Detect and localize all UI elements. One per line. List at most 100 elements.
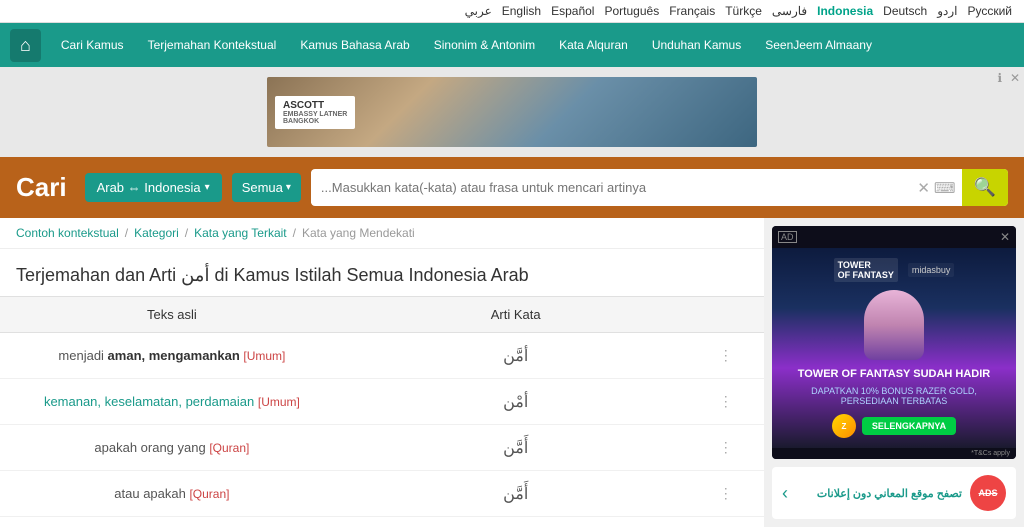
ad-close-icon[interactable]: ✕ <box>1000 230 1010 244</box>
arrow-right-icon: › <box>782 483 788 504</box>
anti-ad-text: تصفح موقع المعاني دون إعلانات <box>788 487 970 500</box>
lang-french[interactable]: Français <box>669 4 715 18</box>
anti-ad-box[interactable]: ADS تصفح موقع المعاني دون إعلانات › <box>772 467 1016 519</box>
ad-logo-secondary: midasbuy <box>908 263 955 277</box>
chevron-down-icon: ▾ <box>286 182 291 193</box>
home-icon: ⌂ <box>20 35 31 56</box>
table-cell-source: menjadi aman, mengamankan [Umum] <box>0 333 344 379</box>
table-row: menjadi aman, mengamankan [Umum] أمَّن ⋮ <box>0 333 764 379</box>
search-icon: 🔍 <box>974 177 996 197</box>
ad-logo-primary: TOWEROF FANTASY <box>834 258 898 282</box>
ad-tc-text: *T&Cs apply <box>772 448 1016 459</box>
chevron-down-icon: ▾ <box>205 182 210 193</box>
row-options-button[interactable]: ⋮ <box>715 389 737 414</box>
nav-cari-kamus[interactable]: Cari Kamus <box>51 34 134 56</box>
col-header-actions <box>688 297 764 333</box>
table-cell-actions: ⋮ <box>688 425 764 471</box>
lang-indonesia[interactable]: Indonesia <box>817 4 873 18</box>
lang-farsi[interactable]: فارسی <box>772 4 807 18</box>
table-cell-source: atau apakah [Quran] <box>0 471 344 517</box>
ad-gold-icon: Z <box>832 414 856 438</box>
banner-logo: ASCOTT EMBASSY LATNERBANGKOK <box>275 96 355 129</box>
language-bar: عربي English Español Português Français … <box>0 0 1024 23</box>
breadcrumb-item-2[interactable]: Kategori <box>134 226 179 240</box>
breadcrumb-item-3[interactable]: Kata yang Terkait <box>194 226 287 240</box>
table-cell-translation: أَمَّن <box>344 425 688 471</box>
content-area: Contoh kontekstual / Kategori / Kata yan… <box>0 218 764 527</box>
table-cell-translation: أمْن <box>344 379 688 425</box>
breadcrumb-sep-2: / <box>185 226 188 240</box>
home-button[interactable]: ⌂ <box>10 29 41 62</box>
ad-character-art <box>864 290 924 360</box>
nav-seenjeem[interactable]: SeenJeem Almaany <box>755 34 882 56</box>
lang-urdu[interactable]: اردو <box>937 4 957 18</box>
col-header-source: Teks asli <box>0 297 344 333</box>
ad-header: AD ✕ <box>772 226 1016 248</box>
search-all-label: Semua <box>242 180 283 195</box>
breadcrumb: Contoh kontekstual / Kategori / Kata yan… <box>0 218 764 249</box>
clear-search-icon[interactable]: ✕ <box>917 179 930 197</box>
table-cell-actions: ⋮ <box>688 333 764 379</box>
table-row: atau apakah [Quran] أَمَّن ⋮ <box>0 471 764 517</box>
bold-term: aman, mengamankan <box>108 348 240 363</box>
banner-close-icon[interactable]: ✕ <box>1010 71 1020 85</box>
tag-general: [Umum] <box>243 349 285 363</box>
banner-ad[interactable]: ASCOTT EMBASSY LATNERBANGKOK <box>267 77 757 147</box>
search-title: Cari <box>16 172 67 203</box>
table-header-row: Teks asli Arti Kata <box>0 297 764 333</box>
nav-kamus-bahasa-arab[interactable]: Kamus Bahasa Arab <box>290 34 419 56</box>
source-link[interactable]: kemanan, keselamatan, perdamaian <box>44 394 254 409</box>
ad-box: AD ✕ TOWEROF FANTASY midasbuy TOWER OF F… <box>772 226 1016 459</box>
row-options-button[interactable]: ⋮ <box>715 435 737 460</box>
row-options-button[interactable]: ⋮ <box>715 481 737 506</box>
nav-bar: ⌂ Cari Kamus Terjemahan Kontekstual Kamu… <box>0 23 1024 67</box>
search-go-button[interactable]: 🔍 <box>962 169 1008 206</box>
lang-turkish[interactable]: Türkçe <box>725 4 762 18</box>
tag-general: [Umum] <box>258 395 300 409</box>
keyboard-icon[interactable]: ⌨ <box>934 179 956 197</box>
page-title: Terjemahan dan Arti أمن di Kamus Istilah… <box>16 265 748 286</box>
tag-quran: [Quran] <box>209 441 249 455</box>
search-all-button[interactable]: Semua ▾ <box>232 173 301 202</box>
page-title-wrap: Terjemahan dan Arti أمن di Kamus Istilah… <box>0 249 764 296</box>
search-bar: Cari Arab ⇔ Indonesia ▾ Semua ▾ ✕ ⌨ 🔍 <box>0 157 1024 218</box>
lang-portuguese[interactable]: Português <box>604 4 659 18</box>
ad-logos: TOWEROF FANTASY midasbuy <box>834 258 955 282</box>
ad-image-area[interactable]: TOWEROF FANTASY midasbuy TOWER OF FANTAS… <box>772 248 1016 448</box>
search-input[interactable] <box>311 172 911 203</box>
table-cell-source: kemanan, keselamatan, perdamaian [Umum] <box>0 379 344 425</box>
table-cell-source: apakah orang yang [Quran] <box>0 425 344 471</box>
banner-area: ASCOTT EMBASSY LATNERBANGKOK ℹ ✕ <box>0 67 1024 157</box>
search-input-wrapper: ✕ ⌨ 🔍 <box>311 169 1008 206</box>
nav-unduhan-kamus[interactable]: Unduhan Kamus <box>642 34 751 56</box>
row-options-button[interactable]: ⋮ <box>715 343 737 368</box>
ad-subtitle: DAPATKAN 10% BONUS RAZER GOLD, PERSEDIAA… <box>782 386 1006 406</box>
main-layout: Contoh kontekstual / Kategori / Kata yan… <box>0 218 1024 527</box>
table-cell-actions: ⋮ <box>688 471 764 517</box>
breadcrumb-item-1[interactable]: Contoh kontekstual <box>16 226 119 240</box>
ad-cta-button[interactable]: SELENGKAPNYA <box>862 417 956 435</box>
nav-sinonim-antonim[interactable]: Sinonim & Antonim <box>424 34 545 56</box>
breadcrumb-sep-1: / <box>125 226 128 240</box>
lang-deutsch[interactable]: Deutsch <box>883 4 927 18</box>
breadcrumb-active: Kata yang Mendekati <box>302 226 415 240</box>
ad-title: TOWER OF FANTASY SUDAH HADIR <box>798 368 991 380</box>
table-row: kemanan, keselamatan, perdamaian [Umum] … <box>0 379 764 425</box>
anti-ad-logo: ADS <box>970 475 1006 511</box>
search-lang-label: Arab ⇔ Indonesia <box>97 180 201 195</box>
col-header-translation: Arti Kata <box>344 297 688 333</box>
lang-spanish[interactable]: Español <box>551 4 594 18</box>
search-language-button[interactable]: Arab ⇔ Indonesia ▾ <box>85 173 222 202</box>
ad-footer: Z SELENGKAPNYA <box>832 414 956 438</box>
table-cell-translation: أَمَّن <box>344 471 688 517</box>
nav-kata-alquran[interactable]: Kata Alquran <box>549 34 638 56</box>
ads-text: ADS <box>979 488 998 498</box>
ad-label: AD <box>778 231 797 243</box>
nav-terjemahan-kontekstual[interactable]: Terjemahan Kontekstual <box>138 34 287 56</box>
lang-english[interactable]: English <box>502 4 541 18</box>
table-cell-actions: ⋮ <box>688 379 764 425</box>
banner-info-icon[interactable]: ℹ <box>997 71 1002 85</box>
lang-russian[interactable]: Русский <box>967 4 1012 18</box>
search-icon-group: ✕ ⌨ <box>911 179 961 197</box>
lang-arabic[interactable]: عربي <box>465 4 492 18</box>
